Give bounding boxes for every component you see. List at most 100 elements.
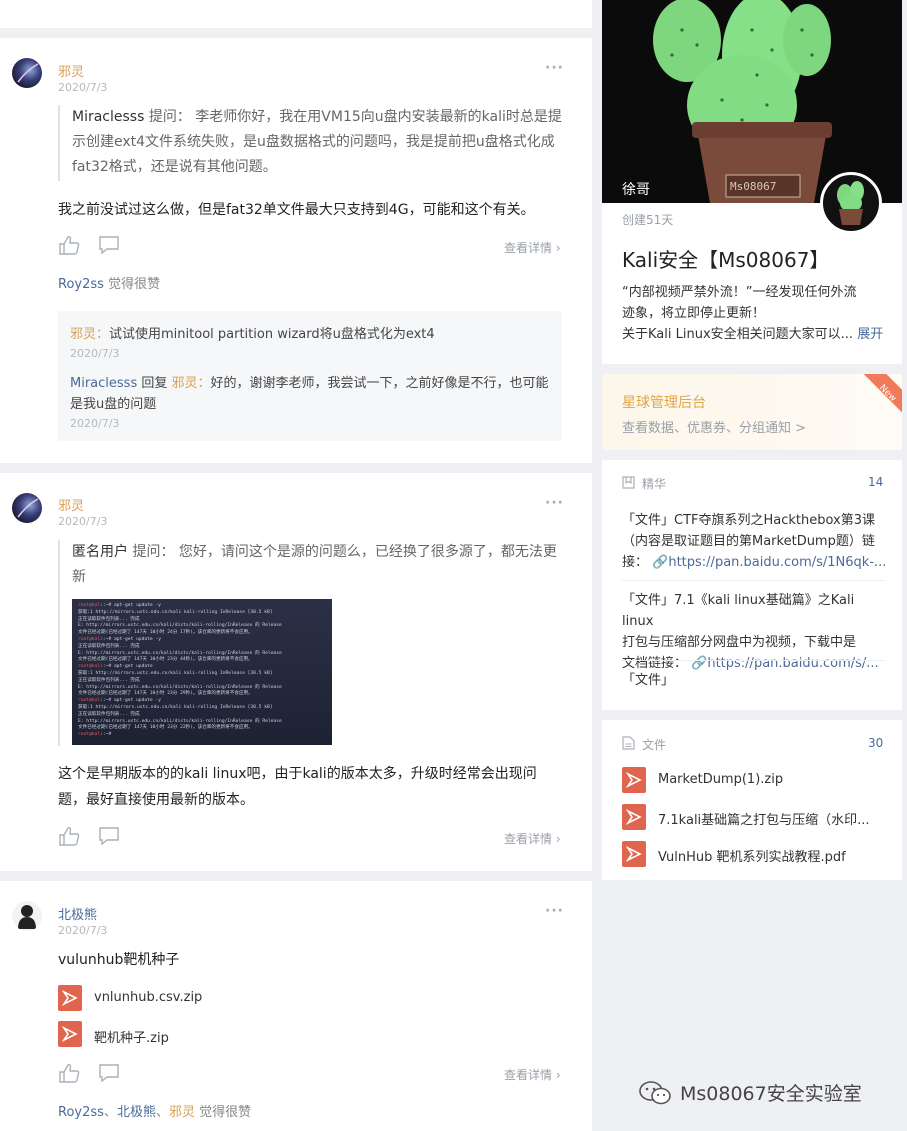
essence-link[interactable]: https://pan.baidu.com/s/...: [707, 656, 878, 671]
more-options-icon[interactable]: ···: [545, 60, 564, 76]
group-info-card: Ms08067 徐哥 创建51天 Kali安全【Ms08067】 “内部视频严禁…: [602, 0, 902, 364]
question-text: 李老师你好，我在用VM15向u盘内安装最新的kali时总是提示创建ext4文件系…: [72, 109, 562, 175]
comment-icon[interactable]: [98, 1063, 120, 1083]
previous-post-card: [0, 0, 592, 28]
file-name[interactable]: MarketDump(1).zip: [658, 772, 783, 787]
divider: [622, 580, 884, 581]
essence-line: 「文件」: [622, 673, 675, 688]
terminal-line: 正在读取软件包列表... 完成: [78, 677, 140, 683]
avatar[interactable]: [12, 901, 42, 931]
file-icon[interactable]: [58, 1021, 82, 1047]
reply-target[interactable]: 邪灵：: [172, 376, 211, 391]
new-badge: New: [860, 374, 902, 421]
group-name: Kali安全【Ms08067】: [622, 248, 830, 272]
liked-by: Roy2ss 觉得很赞: [58, 273, 160, 292]
terminal-line: root@kali:~# apt-get update -y: [78, 636, 161, 642]
liked-user[interactable]: 北极熊: [117, 1105, 156, 1120]
comment-icon[interactable]: [98, 826, 120, 846]
terminal-line: 获取:1 http://mirrors.ustc.edu.cn/kali kal…: [78, 704, 273, 710]
new-badge-label: New: [876, 383, 898, 405]
terminal-line: root@kali:~# apt-get update -y: [78, 603, 161, 608]
admin-panel-card[interactable]: 星球管理后台 查看数据、优惠券、分组通知 > New: [602, 374, 902, 450]
view-detail-link[interactable]: 查看详情 ›: [504, 239, 561, 256]
view-detail-link[interactable]: 查看详情 ›: [504, 830, 561, 847]
post-card: 北极熊 2020/7/3 ··· vulunhub靶机种子 vnlunhub.c…: [0, 881, 592, 1131]
comment-line[interactable]: 邪灵：试试使用minitool partition wizard将u盘格式化为e…: [70, 324, 550, 345]
terminal-line: root@kali:~# apt-get update: [78, 664, 153, 670]
post-author[interactable]: 邪灵: [58, 495, 84, 514]
essence-line: 打包与压缩部分网盘中为视频，下载中是: [622, 635, 857, 650]
liked-user[interactable]: 邪灵: [169, 1105, 195, 1120]
liked-separator: 、: [155, 1105, 169, 1120]
like-icon[interactable]: [58, 826, 80, 846]
document-icon: [622, 736, 635, 750]
essence-title: 精华: [642, 477, 667, 491]
post-text: vulunhub靶机种子: [58, 952, 180, 968]
file-icon[interactable]: [622, 804, 646, 830]
file-icon[interactable]: [622, 841, 646, 867]
admin-subtitle: 查看数据、优惠券、分组通知 >: [622, 421, 807, 436]
question-author[interactable]: 匿名用户: [72, 544, 128, 560]
question-label: 提问：: [148, 109, 191, 125]
essence-line: 「文件」CTF夺旗系列之Hackthebox第3课: [622, 513, 876, 528]
file-icon[interactable]: [58, 985, 82, 1011]
terminal-line: root@kali:~# apt-get update -y: [78, 698, 161, 704]
essence-item[interactable]: 「文件」CTF夺旗系列之Hackthebox第3课 （内容是取证题目的第Mark…: [622, 510, 887, 573]
created-days: 创建51天: [622, 213, 674, 227]
essence-line: 接：: [622, 555, 649, 570]
terminal-line: 文件已经过期(已经过期了 147天 10小时 24分 17秒)。该仓库的更新将不…: [78, 630, 253, 636]
comment-author[interactable]: 邪灵：: [70, 327, 109, 342]
liked-user[interactable]: Roy2ss: [58, 1105, 104, 1120]
terminal-line: root@kali:~#: [78, 732, 112, 738]
group-avatar[interactable]: [820, 172, 882, 234]
liked-user[interactable]: Roy2ss: [58, 277, 104, 292]
post-author[interactable]: 北极熊: [58, 904, 97, 923]
essence-item[interactable]: 「文件」: [622, 670, 887, 691]
avatar[interactable]: [12, 493, 42, 523]
terminal-line: 获取:1 http://mirrors.ustc.edu.cn/kali kal…: [78, 609, 273, 615]
view-detail-link[interactable]: 查看详情 ›: [504, 1066, 561, 1083]
terminal-screenshot[interactable]: root@kali:~# apt-get update -y 获取:1 http:…: [72, 599, 332, 745]
avatar[interactable]: [12, 58, 42, 88]
files-card: 文件 30 MarketDump(1).zip 7.1kali基础篇之打包与压缩…: [602, 720, 902, 880]
liked-suffix: 觉得很赞: [108, 277, 161, 292]
essence-item[interactable]: 「文件」7.1《kali linux基础篇》之Kali linux 打包与压缩部…: [622, 590, 887, 674]
file-name[interactable]: VulnHub 靶机系列实战教程.pdf: [658, 846, 846, 865]
group-description: “内部视频严禁外流！”一经发现任何外流 迹象，将立即停止更新！ 关于Kali L…: [622, 282, 887, 345]
expand-link[interactable]: 展开: [857, 327, 883, 342]
comment-line[interactable]: Miraclesss 回复 邪灵：好的，谢谢李老师，我尝试一下，之前好像是不行，…: [70, 373, 550, 415]
post-card: 邪灵 2020/7/3 ··· Miraclesss 提问： 李老师你好，我在用…: [0, 38, 592, 463]
files-count[interactable]: 30: [868, 736, 883, 750]
question-quote: Miraclesss 提问： 李老师你好，我在用VM15向u盘内安装最新的kal…: [58, 105, 563, 181]
post-date: 2020/7/3: [58, 515, 108, 528]
liked-separator: 、: [103, 1105, 117, 1120]
comment-icon[interactable]: [98, 235, 120, 255]
view-detail-label: 查看详情: [504, 1068, 553, 1082]
description-line: 关于Kali Linux安全相关问题大家可以...: [622, 327, 854, 342]
file-icon[interactable]: [622, 767, 646, 793]
like-icon[interactable]: [58, 1063, 80, 1083]
post-date: 2020/7/3: [58, 81, 108, 94]
essence-link[interactable]: https://pan.baidu.com/s/1N6qk-...: [668, 555, 886, 570]
essence-count[interactable]: 14: [868, 475, 883, 489]
terminal-line: 文件已经过期(已经过期了 147天 10小时 23分 22秒)。该仓库的更新将不…: [78, 725, 253, 731]
admin-title: 星球管理后台: [622, 395, 706, 411]
description-line: “内部视频严禁外流！”一经发现任何外流: [622, 285, 857, 300]
comment-author[interactable]: Miraclesss: [70, 376, 137, 391]
reply-label: 回复: [141, 376, 168, 391]
file-name[interactable]: vnlunhub.csv.zip: [94, 990, 202, 1005]
post-author[interactable]: 邪灵: [58, 61, 84, 80]
link-icon: 🔗: [652, 555, 669, 570]
link-icon: 🔗: [691, 656, 708, 671]
file-name[interactable]: 7.1kali基础篇之打包与压缩（水印...: [658, 809, 870, 828]
question-author[interactable]: Miraclesss: [72, 109, 144, 125]
view-detail-label: 查看详情: [504, 832, 553, 846]
more-options-icon[interactable]: ···: [545, 903, 564, 919]
like-icon[interactable]: [58, 235, 80, 255]
answer-text: 我之前没试过这么做，但是fat32单文件最大只支持到4G，可能和这个有关。: [58, 202, 535, 218]
file-name[interactable]: 靶机种子.zip: [94, 1027, 169, 1046]
question-label: 提问：: [132, 544, 175, 560]
more-options-icon[interactable]: ···: [545, 495, 564, 511]
owner-name[interactable]: 徐哥: [622, 179, 650, 199]
description-line: 迹象，将立即停止更新！: [622, 306, 766, 321]
